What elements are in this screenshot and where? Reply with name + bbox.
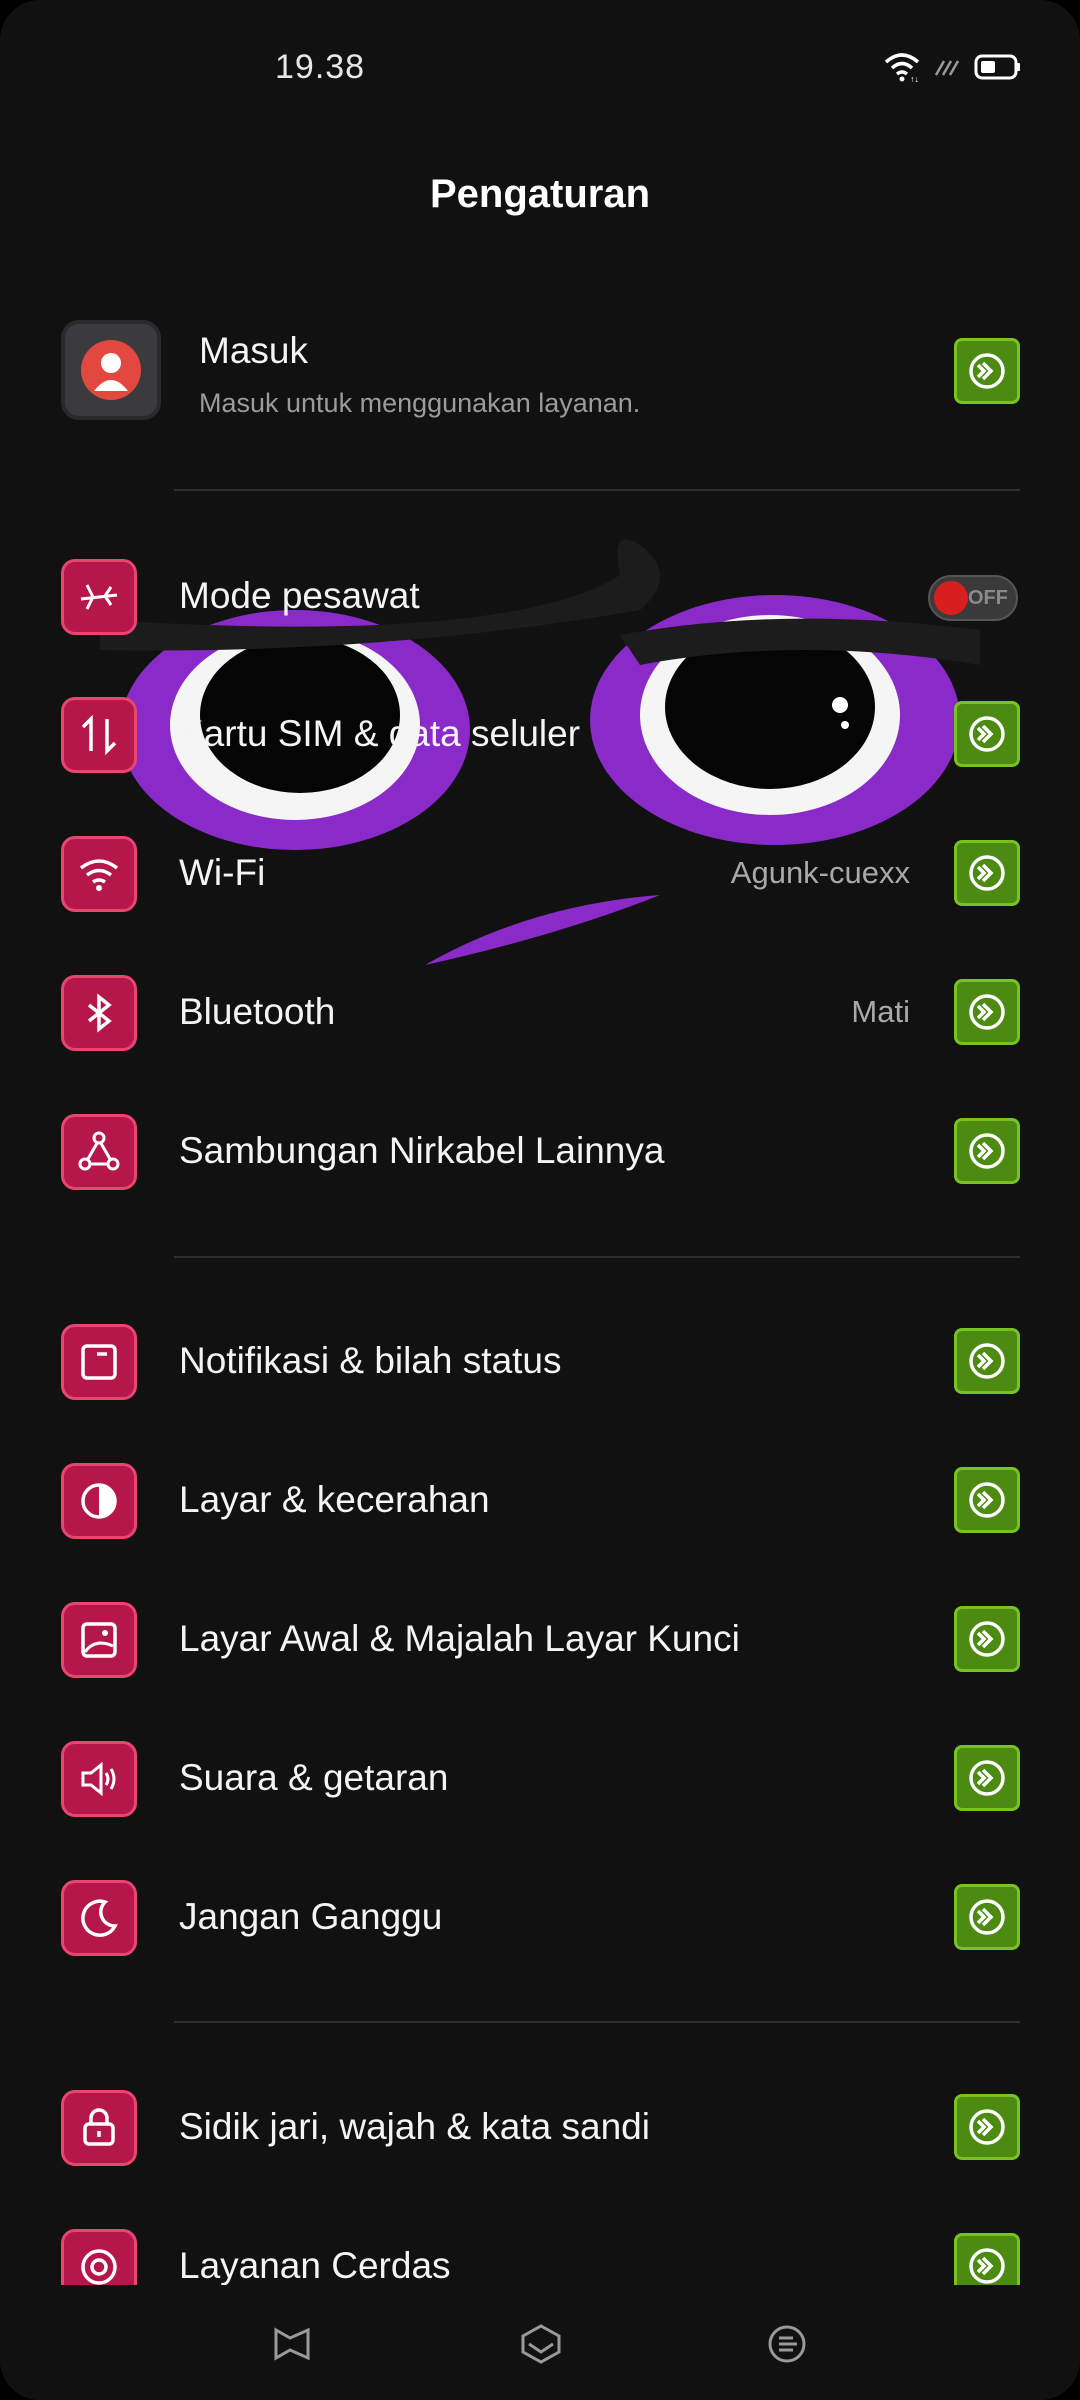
battery-icon [974,53,1022,86]
lock-icon [61,2090,137,2166]
bluetooth-row[interactable]: Bluetooth Mati [0,953,1080,1073]
notifications-row[interactable]: Notifikasi & bilah status [0,1302,1080,1422]
bluetooth-label: Bluetooth [179,991,336,1032]
sim-data-icon [61,697,137,773]
do-not-disturb-label: Jangan Ganggu [179,1896,443,1937]
wifi-row[interactable]: Wi-Fi Agunk-cuexx [0,814,1080,934]
smart-service-icon [61,2229,137,2285]
airplane-icon [61,559,137,635]
recents-icon[interactable] [763,2320,811,2368]
airplane-mode-row[interactable]: Mode pesawat OFF [0,537,1080,657]
wallpaper-icon [61,1602,137,1678]
arrow-circle-icon[interactable] [954,701,1020,767]
notifications-label: Notifikasi & bilah status [179,1340,562,1381]
home-icon[interactable] [517,2320,565,2368]
signal-icon [934,57,960,82]
account-row[interactable]: Masuk Masuk untuk menggunakan layanan. [0,320,1080,460]
smart-services-row[interactable]: Layanan Cerdas [0,2207,1080,2285]
avatar [61,320,161,420]
arrow-circle-icon[interactable] [954,1467,1020,1533]
wifi-label: Wi-Fi [179,852,266,893]
settings-screen: 19.38 ↑↓ Pengaturan Masuk Masuk untuk me… [0,0,1080,2400]
divider [174,2021,1020,2023]
sim-data-label: Kartu SIM & data seluler [179,713,581,754]
navigation-bar [0,2285,1080,2400]
sound-vibration-row[interactable]: Suara & getaran [0,1719,1080,1839]
security-row[interactable]: Sidik jari, wajah & kata sandi [0,2068,1080,2188]
arrow-circle-icon[interactable] [954,1884,1020,1950]
smart-services-label: Layanan Cerdas [179,2245,451,2285]
other-wireless-label: Sambungan Nirkabel Lainnya [179,1130,665,1171]
wifi-network-name: Agunk-cuexx [730,855,910,890]
svg-text:↑↓: ↑↓ [910,74,919,82]
arrow-circle-icon[interactable] [954,840,1020,906]
account-title: Masuk [199,330,308,371]
back-icon[interactable] [268,2320,316,2368]
status-time: 19.38 [275,48,366,86]
arrow-circle-icon[interactable] [954,1745,1020,1811]
bluetooth-icon [61,975,137,1051]
toggle-knob [934,581,968,615]
speaker-icon [61,1741,137,1817]
status-bar: 19.38 ↑↓ [0,0,1080,140]
bluetooth-status: Mati [851,994,910,1029]
sim-data-row[interactable]: Kartu SIM & data seluler [0,675,1080,795]
homescreen-row[interactable]: Layar Awal & Majalah Layar Kunci [0,1580,1080,1700]
sound-vibration-label: Suara & getaran [179,1757,449,1798]
notification-icon [61,1324,137,1400]
divider [174,489,1020,491]
brightness-icon [61,1463,137,1539]
homescreen-label: Layar Awal & Majalah Layar Kunci [179,1618,740,1659]
display-brightness-label: Layar & kecerahan [179,1479,490,1520]
airplane-mode-toggle[interactable]: OFF [928,575,1018,621]
toggle-off-text: OFF [968,587,1008,609]
arrow-circle-icon[interactable] [954,1118,1020,1184]
security-label: Sidik jari, wajah & kata sandi [179,2106,650,2147]
arrow-circle-icon[interactable] [954,1328,1020,1394]
moon-icon [61,1880,137,1956]
arrow-circle-icon[interactable] [954,979,1020,1045]
do-not-disturb-row[interactable]: Jangan Ganggu [0,1858,1080,1978]
account-subtitle: Masuk untuk menggunakan layanan. [199,388,641,418]
arrow-circle-icon[interactable] [954,1606,1020,1672]
divider [174,1256,1020,1258]
arrow-circle-icon[interactable] [954,2094,1020,2160]
airplane-mode-label: Mode pesawat [179,575,420,616]
display-brightness-row[interactable]: Layar & kecerahan [0,1441,1080,1561]
status-icons: ↑↓ [884,52,1022,87]
wifi-icon: ↑↓ [884,52,920,87]
share-network-icon [61,1114,137,1190]
other-wireless-row[interactable]: Sambungan Nirkabel Lainnya [0,1092,1080,1212]
page-title: Pengaturan [429,172,651,216]
wifi-icon [61,836,137,912]
arrow-circle-icon[interactable] [954,338,1020,404]
arrow-circle-icon[interactable] [954,2233,1020,2285]
